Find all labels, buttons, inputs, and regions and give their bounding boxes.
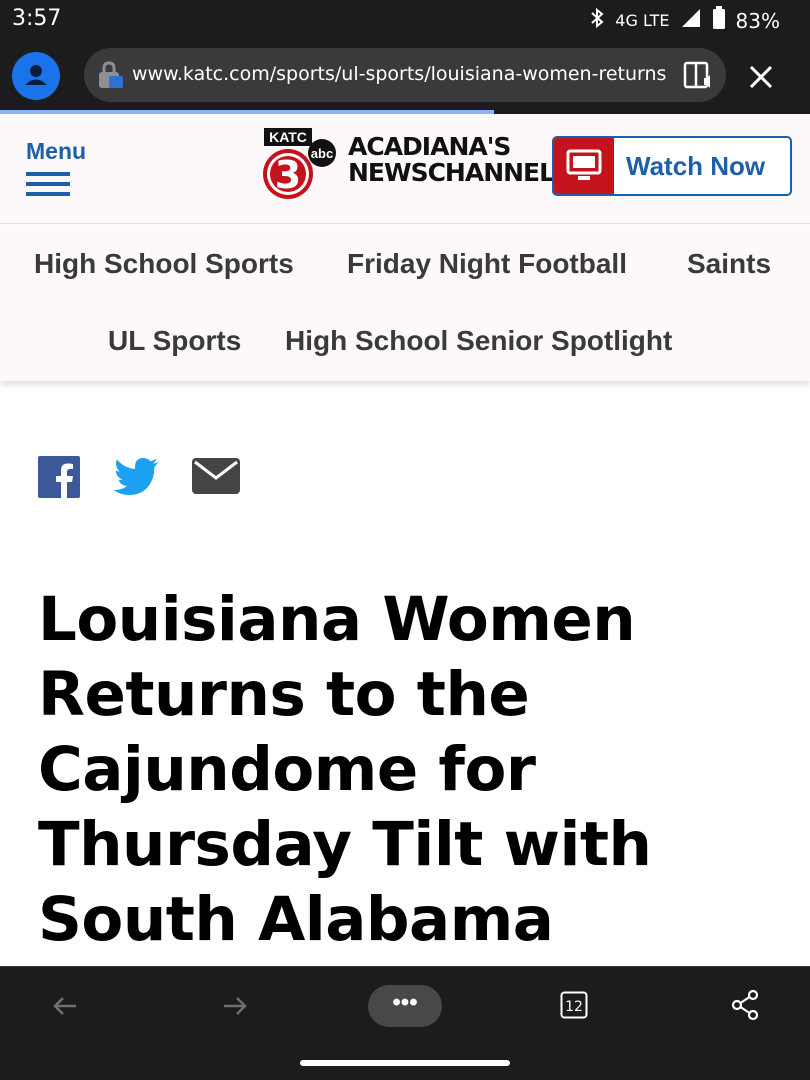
tabs-button[interactable]: 12 bbox=[560, 991, 588, 1024]
nav-item-saints[interactable]: Saints bbox=[687, 248, 771, 280]
menu-label: Menu bbox=[26, 138, 87, 164]
person-icon bbox=[25, 65, 47, 85]
status-time: 3:57 bbox=[12, 6, 62, 31]
profile-avatar[interactable] bbox=[12, 52, 60, 100]
nav-item-ul-sports[interactable]: UL Sports bbox=[108, 325, 241, 357]
site-security-icon[interactable] bbox=[96, 60, 126, 95]
email-icon[interactable] bbox=[192, 456, 240, 499]
gesture-navigation-area bbox=[0, 1046, 810, 1080]
url-text[interactable]: www.katc.com/sports/ul-sports/louisiana-… bbox=[132, 63, 668, 85]
status-bar: 3:57 4G LTE 83% bbox=[0, 0, 810, 38]
hamburger-icon bbox=[26, 172, 70, 202]
browser-bottom-toolbar: ••• 12 bbox=[0, 966, 810, 1046]
address-bar[interactable]: www.katc.com/sports/ul-sports/louisiana-… bbox=[84, 48, 726, 102]
facebook-icon[interactable] bbox=[38, 456, 80, 503]
section-nav: High School Sports Friday Night Football… bbox=[0, 225, 810, 381]
katc-logo-mark: KATC 3 abc bbox=[263, 128, 336, 199]
battery-percent: 83% bbox=[735, 8, 780, 33]
logo-tagline-line2: NEWSCHANNEL bbox=[348, 158, 555, 187]
signal-icon bbox=[680, 7, 702, 34]
nav-item-senior-spotlight[interactable]: High School Senior Spotlight bbox=[285, 325, 672, 357]
read-aloud-icon[interactable] bbox=[682, 58, 716, 97]
close-icon[interactable] bbox=[744, 60, 778, 99]
twitter-icon[interactable] bbox=[112, 456, 160, 503]
nav-item-friday-night-football[interactable]: Friday Night Football bbox=[347, 248, 627, 280]
article-headline: Louisiana Women Returns to the Cajundome… bbox=[38, 584, 652, 955]
network-label: 4G LTE bbox=[615, 11, 670, 30]
logo-station-text: KATC bbox=[269, 129, 307, 145]
browser-toolbar: www.katc.com/sports/ul-sports/louisiana-… bbox=[0, 38, 810, 112]
bluetooth-icon bbox=[589, 7, 605, 34]
logo-tagline-line1: ACADIANA'S bbox=[348, 132, 511, 161]
menu-button[interactable]: Menu bbox=[26, 138, 96, 208]
share-icon[interactable] bbox=[730, 989, 760, 1026]
watch-now-label: Watch Now bbox=[626, 151, 766, 181]
nav-item-high-school-sports[interactable]: High School Sports bbox=[34, 248, 294, 280]
more-options-button[interactable]: ••• bbox=[368, 985, 442, 1027]
station-logo[interactable]: KATC 3 abc ACADIANA'S NEWSCHANNEL bbox=[262, 126, 555, 206]
status-indicators: 4G LTE 83% bbox=[589, 6, 780, 35]
tv-icon bbox=[554, 138, 614, 194]
logo-network-text: abc bbox=[311, 146, 333, 161]
logo-tagline: ACADIANA'S NEWSCHANNEL bbox=[348, 132, 555, 187]
home-gesture-bar[interactable] bbox=[300, 1060, 510, 1066]
watch-now-button[interactable]: Watch Now bbox=[552, 136, 792, 196]
back-arrow-icon[interactable] bbox=[50, 991, 80, 1026]
site-header: Menu KATC 3 abc ACADIANA'S NEWSCHANNEL W… bbox=[0, 114, 810, 224]
tab-count: 12 bbox=[565, 999, 583, 1015]
forward-arrow-icon[interactable] bbox=[220, 991, 250, 1026]
logo-channel-text: 3 bbox=[275, 153, 301, 197]
battery-icon bbox=[712, 6, 726, 35]
